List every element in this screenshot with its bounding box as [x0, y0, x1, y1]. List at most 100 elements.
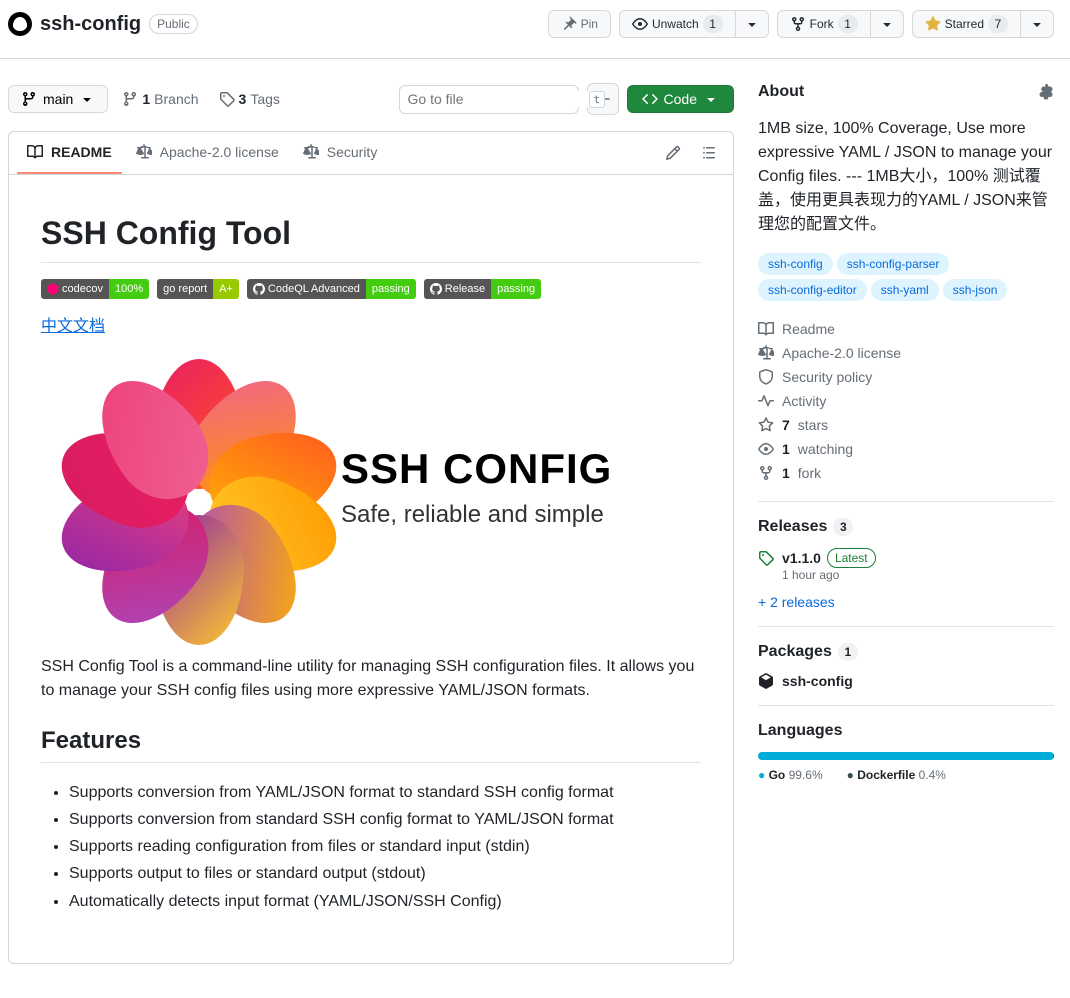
gear-icon[interactable]: [1038, 84, 1054, 100]
status-badge[interactable]: codecov100%: [41, 279, 149, 299]
star-icon: [758, 417, 774, 433]
repo-forked-icon: [758, 465, 774, 481]
readme-h1: SSH Config Tool: [41, 215, 701, 263]
branch-count: 1: [142, 91, 150, 107]
file-search-input[interactable]: [408, 91, 589, 107]
fork-menu[interactable]: [871, 10, 904, 38]
fork-count: 1: [838, 15, 858, 33]
feature-item: Supports conversion from YAML/JSON forma…: [69, 779, 701, 806]
status-badge[interactable]: CodeQL Advancedpassing: [247, 279, 416, 299]
edit-readme-button[interactable]: [657, 137, 689, 169]
fork-button[interactable]: Fork 1: [777, 10, 871, 38]
chevron-down-icon: [79, 91, 95, 107]
code-button[interactable]: Code: [627, 85, 734, 113]
fork-label: Fork: [810, 14, 834, 34]
pin-button[interactable]: Pin: [548, 10, 611, 38]
branch-name: main: [43, 91, 73, 107]
topic-tag[interactable]: ssh-config-parser: [837, 253, 950, 275]
sidebar-license-link[interactable]: Apache-2.0 license: [758, 341, 1054, 365]
git-branch-icon: [122, 91, 138, 107]
repo-forked-icon: [790, 16, 806, 32]
watch-count: 1: [703, 15, 723, 33]
pulse-icon: [758, 393, 774, 409]
law-icon: [303, 144, 319, 160]
unwatch-menu[interactable]: [736, 10, 769, 38]
shield-icon: [758, 369, 774, 385]
repo-name[interactable]: ssh-config: [40, 13, 141, 36]
chevron-down-icon: [879, 16, 895, 32]
chevron-down-icon: [703, 91, 719, 107]
tab-license[interactable]: Apache-2.0 license: [126, 132, 289, 174]
eye-icon: [632, 16, 648, 32]
latest-label: Latest: [827, 548, 876, 568]
features-heading: Features: [41, 727, 701, 763]
status-badge[interactable]: Releasepassing: [424, 279, 541, 299]
logo-title: SSH CONFIG: [341, 445, 612, 493]
topic-tag[interactable]: ssh-config: [758, 253, 833, 275]
star-button[interactable]: Starred 7: [912, 10, 1021, 38]
tags-link[interactable]: 3 Tags: [213, 86, 286, 112]
code-icon: [642, 91, 658, 107]
feature-item: Automatically detects input format (YAML…: [69, 888, 701, 915]
tab-security[interactable]: Security: [293, 132, 388, 174]
star-menu[interactable]: [1021, 10, 1054, 38]
logo-tagline: Safe, reliable and simple: [341, 497, 612, 533]
sidebar-security-link[interactable]: Security policy: [758, 365, 1054, 389]
latest-release[interactable]: v1.1.0 Latest 1 hour ago: [758, 548, 1054, 582]
git-branch-icon: [21, 91, 37, 107]
cn-doc-link[interactable]: 中文文档: [41, 318, 105, 335]
book-icon: [27, 144, 43, 160]
release-time: 1 hour ago: [782, 568, 876, 582]
sidebar-forks-link[interactable]: 1 fork: [758, 461, 1054, 485]
more-releases-link[interactable]: + 2 releases: [758, 594, 835, 610]
star-label: Starred: [945, 14, 984, 34]
chevron-down-icon: [1029, 16, 1045, 32]
unwatch-button[interactable]: Unwatch 1: [619, 10, 736, 38]
feature-item: Supports conversion from standard SSH co…: [69, 806, 701, 833]
code-label: Code: [664, 91, 697, 107]
pencil-icon: [665, 145, 681, 161]
sidebar-watching-link[interactable]: 1 watching: [758, 437, 1054, 461]
go-to-file[interactable]: t: [399, 85, 579, 114]
visibility-badge: Public: [149, 14, 198, 34]
tab-security-label: Security: [327, 144, 378, 160]
sidebar-readme-link[interactable]: Readme: [758, 317, 1054, 341]
topic-tag[interactable]: ssh-json: [943, 279, 1008, 301]
lang-dockerfile[interactable]: Dockerfile 0.4%: [847, 768, 946, 782]
list-unordered-icon: [701, 145, 717, 161]
releases-heading[interactable]: Releases 3: [758, 518, 1054, 536]
sidebar-stars-link[interactable]: 7 stars: [758, 413, 1054, 437]
branch-label: Branch: [154, 91, 198, 107]
release-tag: v1.1.0: [782, 550, 821, 566]
package-link[interactable]: ssh-config: [758, 673, 1054, 689]
tab-readme-label: README: [51, 144, 112, 160]
kbd-shortcut: t: [589, 91, 606, 108]
tags-label: Tags: [250, 91, 280, 107]
star-count: 7: [988, 15, 1008, 33]
law-icon: [136, 144, 152, 160]
branch-select[interactable]: main: [8, 85, 108, 113]
status-badge[interactable]: go reportA+: [157, 279, 239, 299]
tab-readme[interactable]: README: [17, 132, 122, 174]
readme-intro: SSH Config Tool is a command-line utilit…: [41, 655, 701, 703]
tags-count: 3: [239, 91, 247, 107]
packages-count: 1: [838, 643, 858, 661]
unwatch-label: Unwatch: [652, 14, 699, 34]
tag-icon: [219, 91, 235, 107]
tag-icon: [758, 550, 774, 566]
branches-link[interactable]: 1 Branch: [116, 86, 204, 112]
lang-go[interactable]: Go 99.6%: [758, 768, 823, 782]
feature-item: Supports output to files or standard out…: [69, 860, 701, 887]
owner-avatar[interactable]: [8, 12, 32, 36]
project-logo: SSH CONFIG Safe, reliable and simple: [81, 371, 701, 607]
packages-heading[interactable]: Packages 1: [758, 643, 1054, 661]
about-heading: About: [758, 83, 804, 101]
law-icon: [758, 345, 774, 361]
outline-button[interactable]: [693, 137, 725, 169]
eye-icon: [758, 441, 774, 457]
pin-label: Pin: [581, 14, 598, 34]
book-icon: [758, 321, 774, 337]
topic-tag[interactable]: ssh-yaml: [871, 279, 939, 301]
topic-tag[interactable]: ssh-config-editor: [758, 279, 867, 301]
sidebar-activity-link[interactable]: Activity: [758, 389, 1054, 413]
